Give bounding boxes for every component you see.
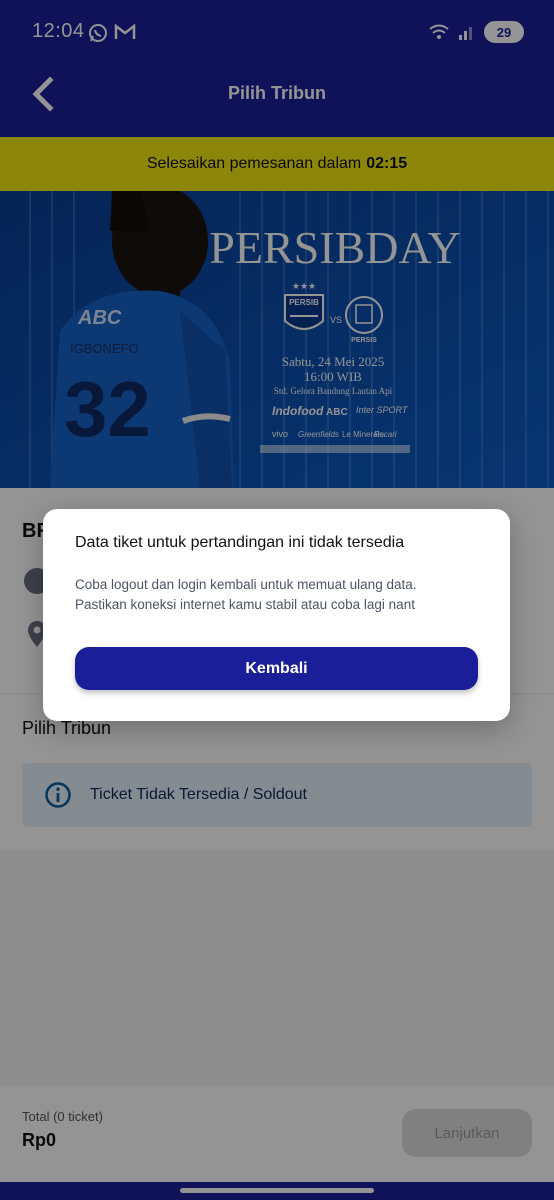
dialog-message-line-1: Coba logout dan login kembali untuk memu… (75, 577, 417, 592)
dialog-message: Coba logout dan login kembali untuk memu… (75, 575, 485, 615)
back-to-previous-button[interactable]: Kembali (75, 647, 478, 690)
dialog-message-line-2: Pastikan koneksi internet kamu stabil at… (75, 597, 415, 612)
error-dialog: Data tiket untuk pertandingan ini tidak … (43, 509, 510, 721)
dialog-title: Data tiket untuk pertandingan ini tidak … (75, 534, 405, 551)
